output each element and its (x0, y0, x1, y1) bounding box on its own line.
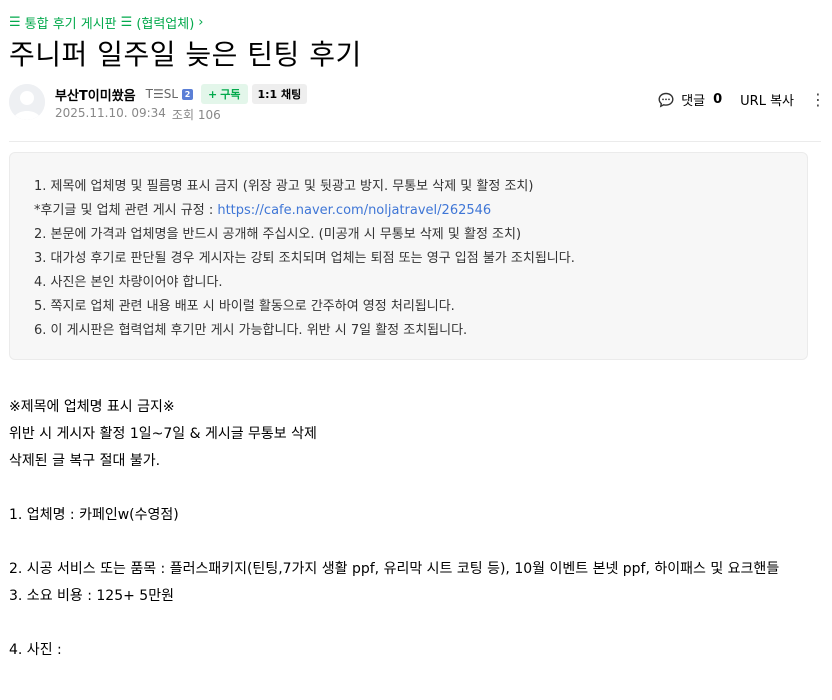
article-body: ※제목에 업체명 표시 금지※ 위반 시 게시자 활정 1일~7일 & 게시글 … (9, 394, 821, 664)
subscribe-button[interactable]: + 구독 (201, 84, 248, 104)
body-item-cost: 3. 소요 비용 : 125+ 5만원 (9, 588, 174, 604)
avatar[interactable] (9, 84, 45, 120)
notice-line: 2. 본문에 가격과 업체명을 반드시 공개해 주십시오. (미공개 시 무통보… (34, 227, 522, 242)
comment-label[interactable]: 댓글 (681, 90, 705, 109)
breadcrumb-board-link[interactable]: 통합 후기 게시판 (25, 13, 117, 32)
notice-text: *후기글 및 업체 관련 게시 규정 : (34, 203, 218, 218)
comment-count: 0 (713, 92, 723, 107)
view-count: 조회 106 (171, 108, 221, 122)
cafe-article-page: ☰ 통합 후기 게시판 ☰ (협력업체) › 주니퍼 일주일 늦은 틴팅 후기 … (0, 0, 832, 700)
body-warning: ※제목에 업체명 표시 금지※ (9, 399, 175, 415)
menu-icon: ☰ (120, 15, 133, 30)
member-rank: T☰SL (145, 87, 179, 101)
body-warning: 삭제된 글 복구 절대 불가. (9, 453, 161, 469)
notice-line: *후기글 및 업체 관련 게시 규정 : https://cafe.naver.… (34, 199, 783, 223)
notice-rule-link[interactable]: https://cafe.naver.com/noljatravel/26254… (217, 203, 491, 218)
header-divider (9, 141, 821, 142)
breadcrumb[interactable]: ☰ 통합 후기 게시판 ☰ (협력업체) › (9, 13, 204, 32)
article-actions: 댓글 0 URL 복사 ⋮ (657, 90, 826, 109)
notice-line: 1. 제목에 업체명 및 필름명 표시 금지 (위장 광고 및 뒷광고 방지. … (34, 179, 534, 194)
url-copy-button[interactable]: URL 복사 (740, 90, 794, 109)
kebab-menu-icon[interactable]: ⋮ (810, 90, 826, 109)
author-nickname[interactable]: 부산T이미쐈음 (55, 85, 136, 104)
notice-line: 6. 이 게시판은 협력업체 후기만 게시 가능합니다. 위반 시 7일 활정 … (34, 323, 468, 338)
grade-badge-icon: 2 (182, 88, 194, 100)
notice-line: 3. 대가성 후기로 판단될 경우 게시자는 강퇴 조치되며 업체는 퇴점 또는… (34, 251, 575, 266)
subscribe-label: 구독 (220, 88, 241, 101)
body-item-service: 2. 시공 서비스 또는 품목 : 플러스패키지(틴팅,7가지 생활 ppf, … (9, 561, 780, 577)
body-warning: 위반 시 게시자 활정 1일~7일 & 게시글 무통보 삭제 (9, 426, 317, 442)
notice-line: 4. 사진은 본인 차량이어야 합니다. (34, 275, 223, 290)
board-notice: 1. 제목에 업체명 및 필름명 표시 금지 (위장 광고 및 뒷광고 방지. … (9, 152, 808, 360)
post-date: 2025.11.10. 09:34 (55, 106, 166, 120)
notice-line: 5. 쪽지로 업체 관련 내용 배포 시 바이럴 활동으로 간주하여 영정 처리… (34, 299, 455, 314)
comment-icon[interactable] (657, 91, 675, 109)
chat-button[interactable]: 1:1 채팅 (251, 84, 308, 104)
plus-icon: + (208, 87, 218, 101)
breadcrumb-sub-link[interactable]: (협력업체) (136, 13, 194, 32)
body-item-vendor: 1. 업체명 : 카페인w(수영점) (9, 507, 179, 523)
body-item-photo: 4. 사진 : (9, 642, 62, 658)
avatar-placeholder-icon (9, 84, 45, 120)
page-title: 주니퍼 일주일 늦은 틴팅 후기 (9, 38, 362, 71)
author-line: 부산T이미쐈음 T☰SL 2 + 구독 1:1 채팅 (55, 84, 308, 104)
menu-icon: ☰ (9, 15, 21, 30)
post-meta: 2025.11.10. 09:34 조회 106 (55, 106, 221, 123)
chevron-right-icon: › (198, 15, 204, 30)
